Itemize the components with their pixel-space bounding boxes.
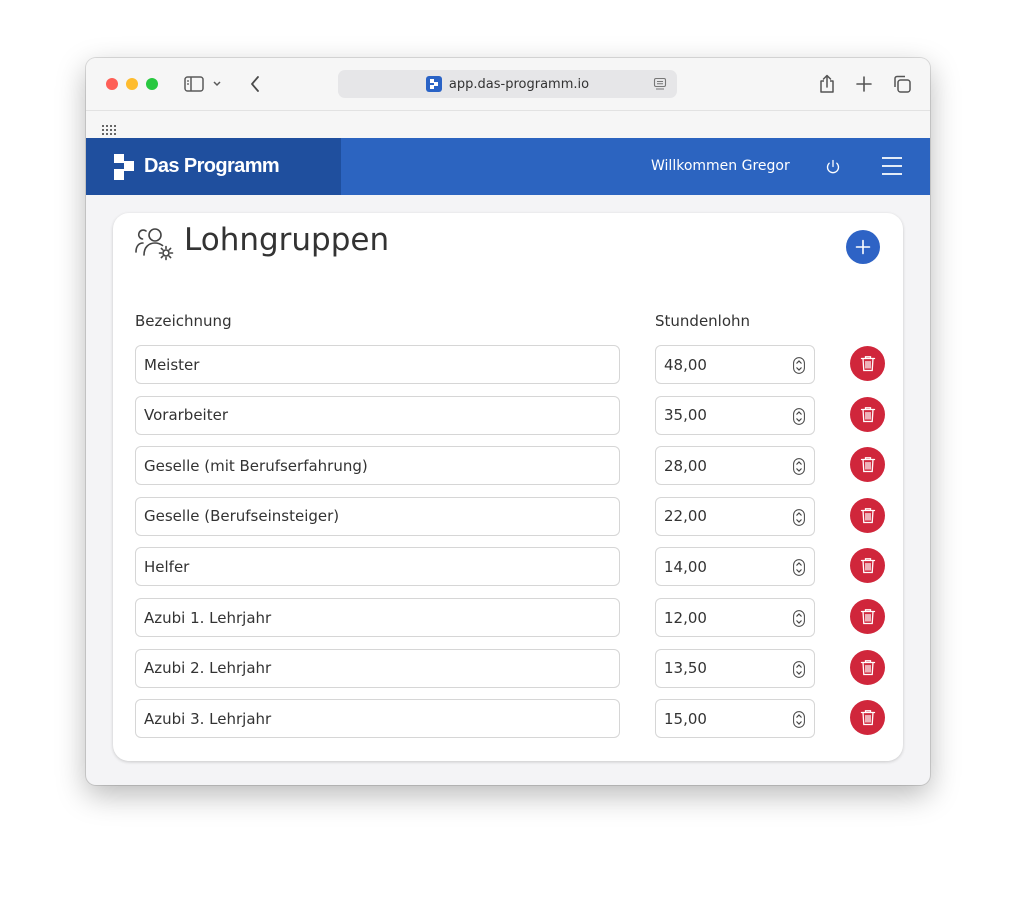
delete-button[interactable]	[850, 599, 885, 634]
trash-icon	[860, 558, 875, 574]
trash-icon	[860, 710, 875, 726]
bezeichnung-input[interactable]: Meister	[135, 345, 620, 384]
stundenlohn-input[interactable]: 14,00	[655, 547, 815, 587]
lohngruppe-row: Azubi 3. Lehrjahr 15,00	[113, 699, 903, 739]
bezeichnung-value: Azubi 1. Lehrjahr	[144, 608, 272, 627]
lohngruppen-card: Lohngruppen Bezeichnung Stundenlohn Meis…	[113, 213, 903, 761]
stundenlohn-value: 28,00	[664, 456, 707, 475]
lohngruppe-row: Azubi 2. Lehrjahr 13,50	[113, 648, 903, 689]
page-title: Lohngruppen	[184, 222, 390, 258]
bezeichnung-input[interactable]: Helfer	[135, 547, 620, 587]
trash-icon	[860, 406, 875, 422]
number-stepper-icon[interactable]	[793, 407, 805, 425]
browser-titlebar: app.das-programm.io	[86, 58, 930, 110]
stundenlohn-input[interactable]: 22,00	[655, 496, 815, 536]
stundenlohn-value: 13,50	[664, 659, 707, 678]
lohngruppe-row: Helfer 14,00	[113, 547, 903, 587]
bezeichnung-input[interactable]: Geselle (mit Berufserfahrung)	[135, 446, 620, 486]
trash-icon	[860, 457, 875, 473]
lohngruppe-row: Vorarbeiter 35,00	[113, 395, 903, 436]
bezeichnung-input[interactable]: Vorarbeiter	[135, 395, 620, 435]
share-icon[interactable]	[815, 72, 839, 96]
bezeichnung-value: Azubi 2. Lehrjahr	[144, 659, 272, 678]
sidebar-toggle-icon[interactable]	[182, 72, 206, 96]
welcome-text: Willkommen Gregor	[651, 158, 790, 174]
delete-button[interactable]	[850, 649, 885, 685]
tab-overview-icon[interactable]	[890, 72, 914, 96]
stundenlohn-value: 22,00	[664, 507, 707, 526]
bezeichnung-value: Meister	[144, 355, 200, 374]
stundenlohn-value: 12,00	[664, 608, 707, 627]
number-stepper-icon[interactable]	[793, 458, 805, 476]
stundenlohn-input[interactable]: 15,00	[655, 699, 815, 739]
bezeichnung-input[interactable]: Azubi 2. Lehrjahr	[135, 648, 620, 688]
bezeichnung-input[interactable]: Azubi 3. Lehrjahr	[135, 699, 620, 739]
delete-button[interactable]	[850, 700, 885, 736]
delete-button[interactable]	[850, 497, 885, 533]
stundenlohn-value: 14,00	[664, 557, 707, 576]
delete-button[interactable]	[850, 396, 885, 432]
lohngruppe-row: Geselle (mit Berufserfahrung) 28,00	[113, 446, 903, 486]
address-url: app.das-programm.io	[448, 76, 590, 92]
power-icon[interactable]	[824, 158, 842, 176]
add-lohngruppe-button[interactable]	[846, 230, 880, 264]
favorites-bar	[86, 110, 930, 138]
app-header: Das Programm Willkommen Gregor	[86, 138, 930, 195]
chevron-down-icon[interactable]	[210, 72, 224, 96]
address-bar[interactable]: app.das-programm.io	[338, 70, 677, 98]
number-stepper-icon[interactable]	[793, 357, 805, 374]
bezeichnung-input[interactable]: Azubi 1. Lehrjahr	[135, 598, 620, 637]
trash-icon	[860, 356, 875, 372]
lohngruppe-row: Azubi 1. Lehrjahr 12,00	[113, 598, 903, 638]
number-stepper-icon[interactable]	[793, 508, 805, 526]
stundenlohn-value: 15,00	[664, 709, 707, 728]
browser-window: app.das-programm.io Das Programm Willkom…	[86, 58, 930, 785]
number-stepper-icon[interactable]	[793, 660, 805, 678]
number-stepper-icon[interactable]	[793, 610, 805, 627]
bezeichnung-input[interactable]: Geselle (Berufseinsteiger)	[135, 496, 620, 536]
zoom-window-button[interactable]	[146, 78, 158, 90]
trash-icon	[860, 609, 875, 625]
favorites-grid-icon[interactable]	[102, 120, 116, 135]
plus-icon	[855, 239, 871, 255]
delete-button[interactable]	[850, 447, 885, 483]
stundenlohn-value: 48,00	[664, 355, 707, 374]
lohngruppe-row: Meister 48,00	[113, 345, 903, 385]
back-icon[interactable]	[243, 72, 267, 96]
lohngruppe-row: Geselle (Berufseinsteiger) 22,00	[113, 496, 903, 537]
bezeichnung-value: Geselle (mit Berufserfahrung)	[144, 456, 368, 475]
number-stepper-icon[interactable]	[793, 559, 805, 577]
delete-button[interactable]	[850, 346, 885, 381]
stundenlohn-input[interactable]: 12,00	[655, 598, 815, 637]
column-header-bezeichnung: Bezeichnung	[135, 312, 232, 330]
stundenlohn-input[interactable]: 28,00	[655, 446, 815, 486]
bezeichnung-value: Vorarbeiter	[144, 406, 228, 425]
users-gear-icon	[134, 226, 176, 262]
trash-icon	[860, 507, 875, 523]
bezeichnung-value: Azubi 3. Lehrjahr	[144, 709, 272, 728]
hamburger-icon[interactable]	[881, 156, 903, 176]
delete-button[interactable]	[850, 548, 885, 584]
brand-name: Das Programm	[144, 155, 280, 177]
stundenlohn-input[interactable]: 13,50	[655, 648, 815, 688]
minimize-window-button[interactable]	[126, 78, 138, 90]
bezeichnung-value: Helfer	[144, 557, 190, 576]
site-favicon-icon	[425, 76, 442, 92]
close-window-button[interactable]	[106, 78, 118, 90]
column-header-stundenlohn: Stundenlohn	[655, 312, 751, 330]
reader-view-icon[interactable]	[653, 77, 667, 91]
number-stepper-icon[interactable]	[793, 711, 805, 729]
bezeichnung-value: Geselle (Berufseinsteiger)	[144, 507, 340, 526]
stundenlohn-input[interactable]: 48,00	[655, 345, 815, 384]
brand-logo[interactable]: Das Programm	[86, 138, 341, 195]
trash-icon	[860, 659, 875, 675]
stundenlohn-input[interactable]: 35,00	[655, 395, 815, 435]
stundenlohn-value: 35,00	[664, 406, 707, 425]
das-programm-logo-icon	[114, 153, 134, 180]
new-tab-icon[interactable]	[852, 72, 876, 96]
